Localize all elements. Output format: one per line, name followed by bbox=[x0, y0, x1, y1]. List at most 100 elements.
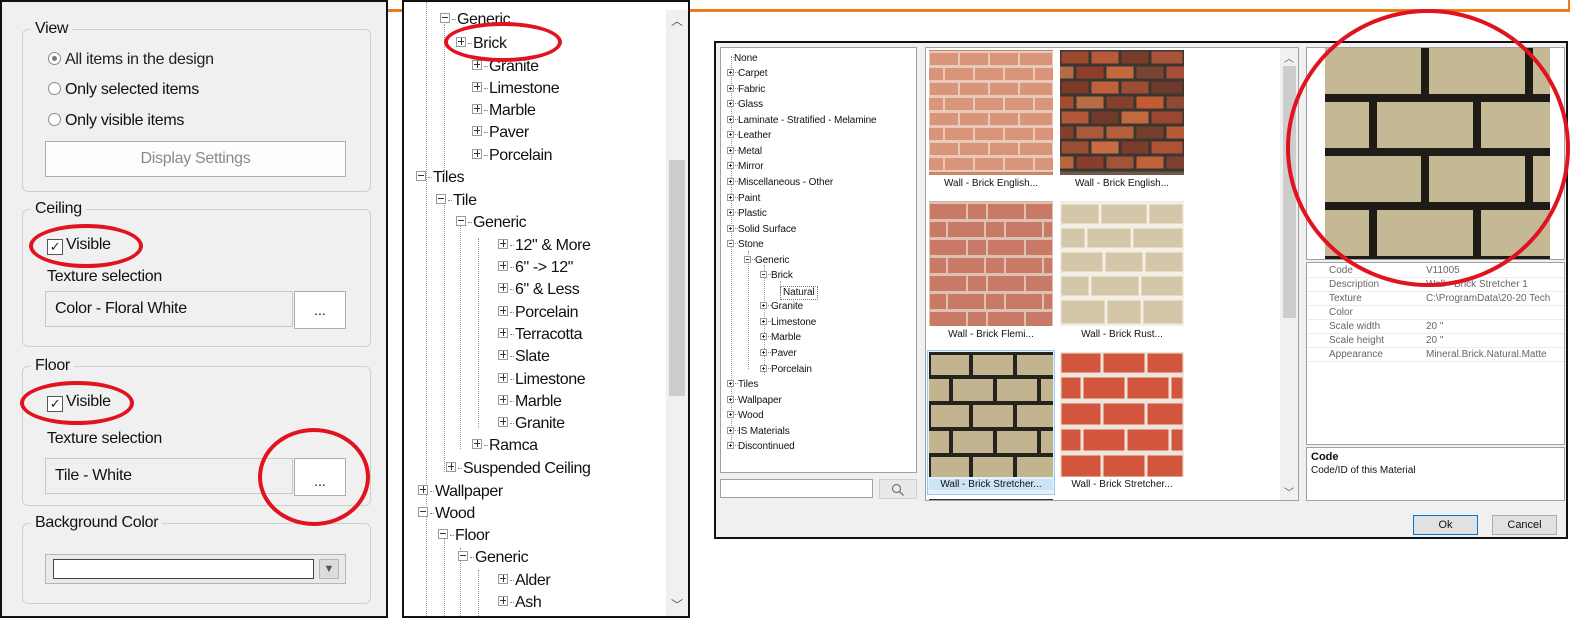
ok-button[interactable]: Ok bbox=[1413, 515, 1478, 535]
category-stone[interactable]: Stone bbox=[727, 239, 764, 251]
expand-icon[interactable] bbox=[727, 178, 734, 185]
property-row[interactable]: Texture C:\ProgramData\20-20 Tech bbox=[1307, 293, 1564, 306]
expand-icon[interactable] bbox=[472, 60, 482, 70]
expand-icon[interactable] bbox=[498, 395, 508, 405]
expand-icon[interactable] bbox=[727, 225, 734, 232]
expand-icon[interactable] bbox=[472, 82, 482, 92]
tree-node-floor[interactable]: Floor bbox=[438, 526, 490, 546]
expand-icon[interactable] bbox=[727, 380, 734, 387]
expand-icon[interactable] bbox=[727, 442, 734, 449]
tree-node-tile[interactable]: Tile bbox=[436, 191, 477, 211]
texture-thumbnail[interactable] bbox=[1060, 352, 1184, 477]
tree-node-generic[interactable]: Generic bbox=[456, 213, 527, 233]
expand-icon[interactable] bbox=[727, 100, 734, 107]
expand-icon[interactable] bbox=[456, 37, 466, 47]
tree-node-granite[interactable]: Granite bbox=[472, 57, 539, 77]
texture-thumbnail[interactable] bbox=[1060, 50, 1184, 175]
radio-visible-items[interactable]: Only visible items bbox=[48, 112, 184, 130]
texture-thumbnail[interactable] bbox=[929, 352, 1053, 477]
expand-icon[interactable] bbox=[760, 349, 767, 356]
collapse-icon[interactable] bbox=[456, 216, 466, 226]
tree-node-wood[interactable]: Wood bbox=[418, 504, 475, 524]
tree-node-limestone[interactable]: Limestone bbox=[498, 370, 586, 390]
expand-icon[interactable] bbox=[498, 283, 508, 293]
expand-icon[interactable] bbox=[498, 261, 508, 271]
expand-icon[interactable] bbox=[727, 116, 734, 123]
scroll-down-icon[interactable]: ﹀ bbox=[671, 596, 683, 613]
category-generic[interactable]: Generic bbox=[744, 255, 789, 267]
background-color-combo[interactable]: ▼ bbox=[45, 554, 346, 584]
collapse-icon[interactable] bbox=[727, 240, 734, 247]
category-wood[interactable]: Wood bbox=[727, 410, 764, 422]
category-glass[interactable]: Glass bbox=[727, 99, 763, 111]
category-solid-surface[interactable]: Solid Surface bbox=[727, 224, 796, 236]
category-laminate[interactable]: Laminate - Stratified - Melamine bbox=[727, 115, 877, 127]
tree-node-slate[interactable]: Slate bbox=[498, 347, 550, 367]
collapse-icon[interactable] bbox=[436, 194, 446, 204]
expand-icon[interactable] bbox=[418, 485, 428, 495]
expand-icon[interactable] bbox=[498, 596, 508, 606]
radio-all-items[interactable]: All items in the design bbox=[48, 51, 214, 69]
category-wallpaper[interactable]: Wallpaper bbox=[727, 395, 782, 407]
scroll-down-icon[interactable]: ﹀ bbox=[1284, 484, 1294, 499]
property-row[interactable]: Scale width 20 " bbox=[1307, 321, 1564, 334]
property-row[interactable]: Code V11005 bbox=[1307, 265, 1564, 278]
tree-node-porcelain[interactable]: Porcelain bbox=[498, 303, 579, 323]
tree-node-suspended-ceiling[interactable]: Suspended Ceiling bbox=[446, 459, 591, 479]
expand-icon[interactable] bbox=[727, 131, 734, 138]
search-input[interactable] bbox=[720, 479, 873, 498]
tree-node-paver[interactable]: Paver bbox=[472, 123, 529, 143]
tree-scrollbar[interactable]: ︿ ﹀ bbox=[666, 10, 688, 616]
thumbnail-caption[interactable]: Wall - Brick Flemi... bbox=[926, 329, 1056, 340]
collapse-icon[interactable] bbox=[760, 271, 767, 278]
category-plastic[interactable]: Plastic bbox=[727, 208, 767, 220]
expand-icon[interactable] bbox=[498, 306, 508, 316]
tree-node-brick[interactable]: Brick bbox=[456, 34, 507, 54]
category-paver[interactable]: Paver bbox=[760, 348, 797, 360]
expand-icon[interactable] bbox=[727, 69, 734, 76]
gallery-scrollbar[interactable]: ︿ ﹀ bbox=[1280, 48, 1298, 500]
category-leather[interactable]: Leather bbox=[727, 130, 771, 142]
expand-icon[interactable] bbox=[727, 85, 734, 92]
tree-node-generic[interactable]: Generic bbox=[440, 10, 511, 30]
expand-icon[interactable] bbox=[760, 333, 767, 340]
cancel-button[interactable]: Cancel bbox=[1492, 515, 1557, 535]
expand-icon[interactable] bbox=[727, 396, 734, 403]
tree-node-tiles[interactable]: Tiles bbox=[416, 168, 465, 188]
thumbnail-caption[interactable]: Wall - Brick Stretcher... bbox=[1057, 479, 1187, 490]
category-brick[interactable]: Brick bbox=[760, 270, 793, 282]
search-button[interactable] bbox=[879, 479, 917, 499]
thumbnail-caption[interactable]: Wall - Brick English... bbox=[1057, 178, 1187, 189]
collapse-icon[interactable] bbox=[416, 171, 426, 181]
expand-icon[interactable] bbox=[472, 439, 482, 449]
category-granite[interactable]: Granite bbox=[760, 301, 803, 313]
tree-node-generic[interactable]: Generic bbox=[458, 548, 529, 568]
tree-node-ash[interactable]: Ash bbox=[498, 593, 542, 613]
expand-icon[interactable] bbox=[727, 411, 734, 418]
expand-icon[interactable] bbox=[472, 126, 482, 136]
tree-node-porcelain[interactable]: Porcelain bbox=[472, 146, 553, 166]
scrollbar-thumb[interactable] bbox=[669, 160, 685, 396]
category-miscellaneous[interactable]: Miscellaneous - Other bbox=[727, 177, 833, 189]
expand-icon[interactable] bbox=[727, 194, 734, 201]
collapse-icon[interactable] bbox=[438, 529, 448, 539]
expand-icon[interactable] bbox=[727, 209, 734, 216]
tree-node-marble[interactable]: Marble bbox=[472, 101, 536, 121]
property-row[interactable]: Color bbox=[1307, 307, 1564, 320]
property-row[interactable]: Description Wall - Brick Stretcher 1 bbox=[1307, 279, 1564, 292]
expand-icon[interactable] bbox=[760, 302, 767, 309]
tree-node-6-12[interactable]: 6" -> 12" bbox=[498, 258, 573, 278]
property-row[interactable]: Appearance Mineral.Brick.Natural.Matte bbox=[1307, 349, 1564, 362]
expand-icon[interactable] bbox=[727, 162, 734, 169]
scroll-up-icon[interactable]: ︿ bbox=[1284, 50, 1294, 65]
thumbnail-caption[interactable]: Wall - Brick Stretcher... bbox=[929, 479, 1053, 490]
expand-icon[interactable] bbox=[498, 328, 508, 338]
tree-node-alder[interactable]: Alder bbox=[498, 571, 551, 591]
texture-thumbnail[interactable] bbox=[929, 50, 1053, 175]
tree-node-marble[interactable]: Marble bbox=[498, 392, 562, 412]
category-mirror[interactable]: Mirror bbox=[727, 161, 764, 173]
expand-icon[interactable] bbox=[727, 147, 734, 154]
expand-icon[interactable] bbox=[498, 350, 508, 360]
expand-icon[interactable] bbox=[472, 104, 482, 114]
radio-selected-items[interactable]: Only selected items bbox=[48, 81, 199, 99]
